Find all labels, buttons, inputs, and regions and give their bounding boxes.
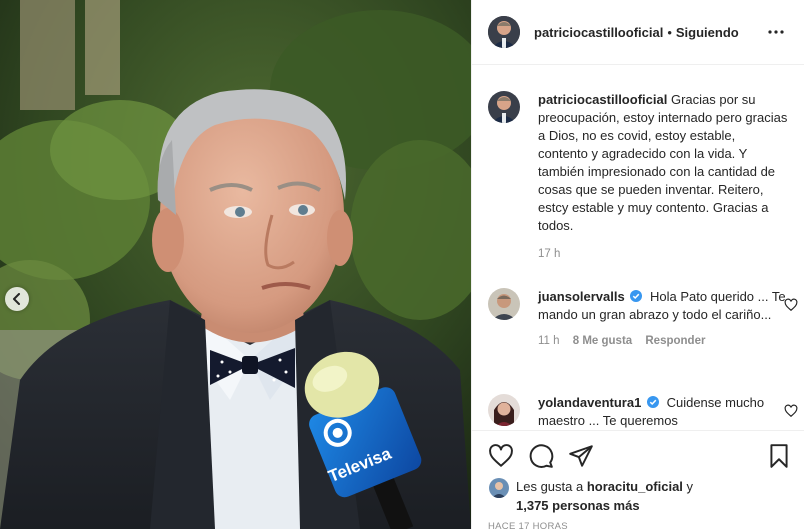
avatar-image [488,16,520,48]
caption-avatar[interactable] [488,91,520,123]
author-username[interactable]: patriciocastillooficial [534,25,663,40]
commenter-avatar[interactable] [488,288,520,320]
post-header: patriciocastillooficial • Siguiendo [472,0,804,65]
post-actions: Les gusta a horacitu_oficial y 1,375 per… [472,430,804,529]
caption-time[interactable]: 17 h [538,248,560,260]
comment-likes[interactable]: 8 Me gusta [573,335,632,347]
commenter-username[interactable]: juansolervalls [538,289,625,304]
likes-summary: Les gusta a horacitu_oficial y 1,375 per… [488,477,788,515]
more-options-button[interactable] [764,20,788,44]
liker-avatar[interactable] [489,478,509,498]
heart-icon[interactable] [488,443,514,469]
comment-text: yolandaventura1 Cuidense mucho maestro .… [538,394,788,430]
comment-time[interactable]: 11 h [538,335,560,347]
comment-like-icon[interactable] [784,298,798,312]
comments-section[interactable]: patriciocastillooficial Gracias por su p… [472,66,804,430]
caption-username[interactable]: patriciocastillooficial [538,92,667,107]
more-options-icon [768,30,784,34]
comment: juansolervalls Hola Pato querido ... Te … [488,288,798,347]
likes-count[interactable]: 1,375 personas más [516,498,640,513]
avatar-image [488,91,520,123]
bookmark-icon[interactable] [766,443,792,469]
chevron-left-icon [13,293,20,305]
avatar-image [488,394,520,426]
avatar-image [489,478,509,498]
share-icon[interactable] [568,443,594,469]
verified-badge-icon [646,396,659,408]
caption-meta: 17 h [538,248,788,260]
post-photo: Televisa [0,0,471,529]
caption-body: Gracias por su preocupación, estoy inter… [538,92,788,233]
header-separator: • [667,24,672,40]
author-avatar[interactable] [488,16,520,48]
comment: yolandaventura1 Cuidense mucho maestro .… [488,394,798,430]
following-button[interactable]: Siguiendo [676,25,739,40]
carousel-prev-button[interactable] [5,287,29,311]
comment-text: juansolervalls Hola Pato querido ... Te … [538,288,788,324]
post-timestamp[interactable]: HACE 17 HORAS [488,521,568,529]
commenter-avatar[interactable] [488,394,520,426]
comment-like-icon[interactable] [784,404,798,418]
caption-text: patriciocastillooficial Gracias por su p… [538,91,788,235]
comment-icon[interactable] [528,443,554,469]
liker-username[interactable]: horacitu_oficial [587,479,683,494]
post-side-panel: patriciocastillooficial • Siguiendo patr… [471,0,804,529]
post-image: Televisa [0,0,471,529]
likes-text: Les gusta a horacitu_oficial y 1,375 per… [516,477,788,515]
likes-prefix: Les gusta a [516,479,584,494]
likes-joiner: y [686,479,694,494]
commenter-username[interactable]: yolandaventura1 [538,395,641,410]
comment-meta: 11 h 8 Me gusta Responder [538,335,788,347]
verified-badge-icon [630,290,643,302]
caption: patriciocastillooficial Gracias por su p… [488,91,788,260]
avatar-image [488,288,520,320]
reply-button[interactable]: Responder [645,335,705,347]
